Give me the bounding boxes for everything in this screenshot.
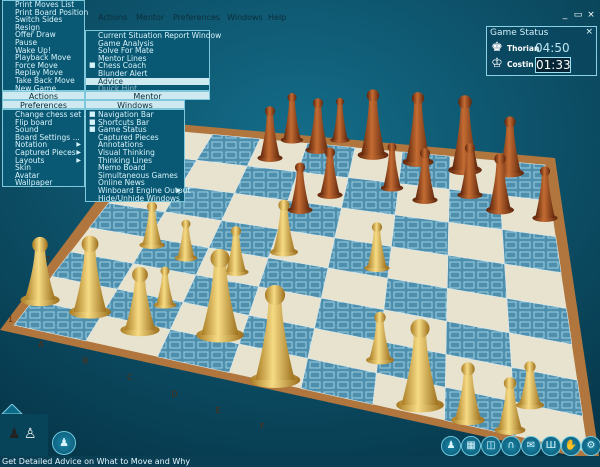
player-name: Costin: [507, 60, 534, 69]
player-row: ♚ Thorian 04:50: [490, 41, 593, 57]
submenu-arrow-icon: ▶: [76, 141, 81, 149]
captured-piece-black: ♟: [8, 426, 21, 442]
player-row: ♔ Costin 01:33: [490, 57, 593, 73]
menu-actions[interactable]: Actions: [98, 13, 127, 22]
windows-menu-header[interactable]: Windows: [85, 100, 185, 110]
scroll-button[interactable]: ✉: [521, 436, 541, 456]
columns-button[interactable]: Ш: [541, 436, 561, 456]
menu-item-label: Hide/Unhide Windows: [98, 193, 180, 203]
actions-menu-header[interactable]: Actions: [2, 91, 85, 101]
hand-button[interactable]: ✋: [561, 436, 581, 456]
board-button[interactable]: ▦: [461, 436, 481, 456]
magnet-button[interactable]: ∩: [501, 436, 521, 456]
file-label: A: [38, 340, 44, 349]
settings-button[interactable]: ⚙: [581, 436, 600, 456]
file-label: D: [171, 389, 177, 398]
rank-label: 1: [8, 315, 13, 324]
file-label: C: [127, 373, 133, 382]
status-text: Get Detailed Advice on What to Move and …: [2, 457, 191, 466]
submenu-arrow-icon: ▶: [76, 148, 81, 156]
menu-preferences[interactable]: Preferences: [173, 13, 220, 22]
menu-help[interactable]: Help: [268, 13, 286, 22]
captured-pieces-tray: ♟ ♙: [0, 403, 48, 456]
menu-mentor[interactable]: Mentor: [136, 13, 164, 22]
file-label: F: [260, 422, 265, 431]
black-king-icon: ♚: [491, 40, 503, 55]
file-label: E: [216, 406, 221, 415]
menu-item-label: Wallpaper: [15, 178, 53, 188]
submenu-arrow-icon: ▶: [76, 156, 81, 164]
preferences-menu-header[interactable]: Preferences: [2, 100, 85, 110]
white-king-icon: ♔: [491, 56, 503, 71]
preferences-menu: Change chess set ... Flip board Sound Board…: [2, 109, 91, 187]
player-clock-active: 01:33: [535, 57, 571, 73]
checkmark-icon: ■: [89, 125, 96, 134]
mentor-menu: Current Situation Report Window Game Anal…: [85, 30, 221, 92]
file-label: B: [83, 357, 89, 366]
checkmark-icon: ■: [89, 61, 96, 70]
menu-windows[interactable]: Windows: [227, 13, 263, 22]
game-status-panel: Game Status × ♚ Thorian 04:50 ♔ Costin 0…: [486, 26, 597, 76]
menu-item[interactable]: Hide/Unhide Windows: [86, 193, 184, 203]
menu-item[interactable]: Wallpaper: [3, 179, 84, 187]
game-status-title: Game Status: [490, 28, 549, 38]
actions-menu: Print Moves List Print Board Position Swit…: [2, 0, 88, 92]
pawn-button[interactable]: ♟: [441, 436, 461, 456]
open-game-button[interactable]: ◫: [481, 436, 501, 456]
status-bar: Get Detailed Advice on What to Move and …: [0, 456, 600, 467]
captured-piece-white: ♙: [24, 426, 37, 442]
player-clock: 04:50: [535, 41, 570, 55]
game-status-close-icon[interactable]: ×: [585, 27, 593, 37]
mentor-menu-header[interactable]: Mentor: [85, 91, 210, 101]
windows-menu: ■ Navigation Bar ■ Shortcuts Bar ■ Game Statu…: [85, 109, 190, 203]
captured-pieces-button[interactable]: ♟: [52, 431, 76, 455]
menu-bar: Actions Mentor Preferences Windows Help: [0, 13, 600, 25]
